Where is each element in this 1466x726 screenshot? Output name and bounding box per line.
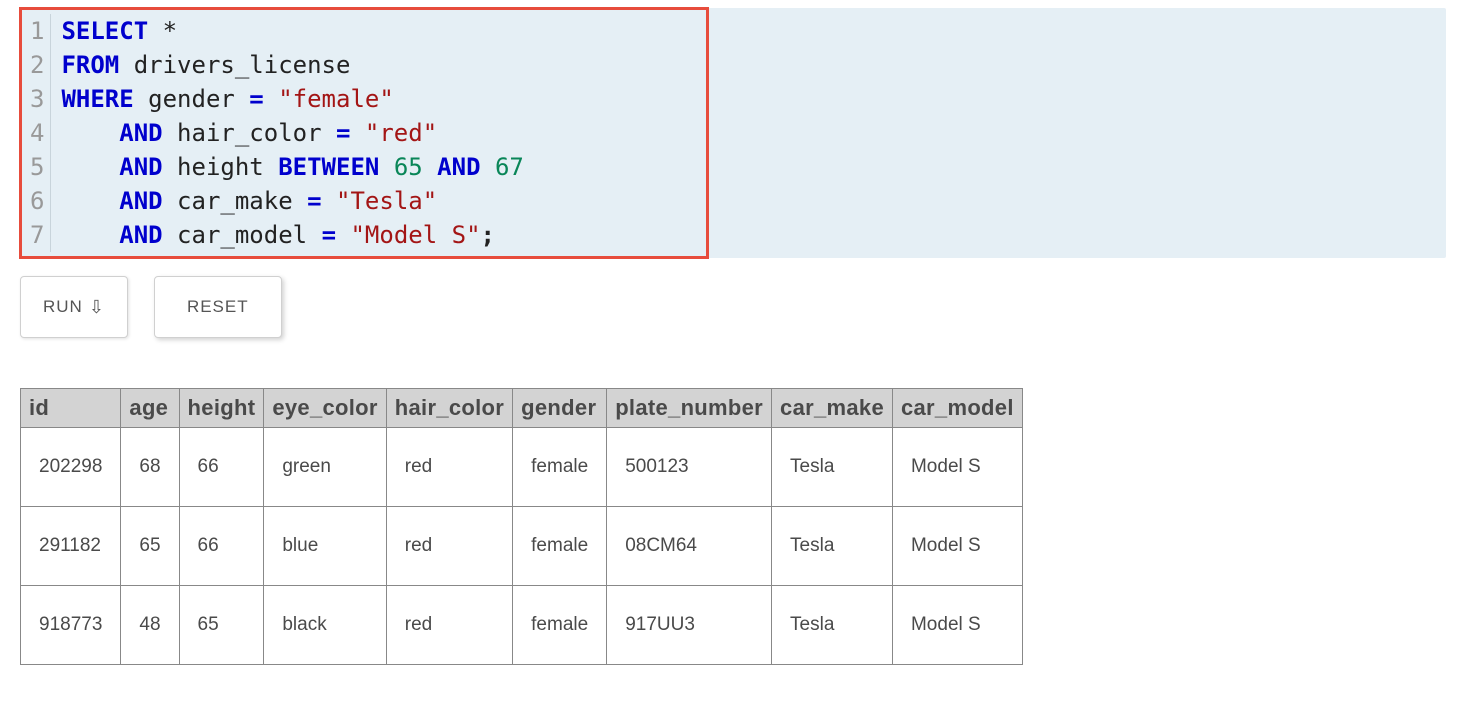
table-cell: Model S	[892, 428, 1022, 507]
table-cell: 68	[121, 428, 179, 507]
code-line: SELECT *	[61, 14, 1436, 48]
gutter-line-number: 7	[30, 218, 44, 252]
gutter-line-number: 4	[30, 116, 44, 150]
code-line: FROM drivers_license	[61, 48, 1436, 82]
table-cell: 202298	[21, 428, 121, 507]
table-cell: 66	[179, 507, 264, 586]
table-cell: female	[513, 586, 607, 665]
table-cell: Tesla	[772, 586, 893, 665]
results-table-head: idageheighteye_colorhair_colorgenderplat…	[21, 389, 1023, 428]
table-cell: 66	[179, 428, 264, 507]
table-cell: 65	[121, 507, 179, 586]
run-button-label: RUN	[43, 297, 83, 317]
gutter-line-number: 1	[30, 14, 44, 48]
column-header: plate_number	[607, 389, 772, 428]
table-cell: blue	[264, 507, 386, 586]
code-line: WHERE gender = "female"	[61, 82, 1436, 116]
gutter-line-number: 3	[30, 82, 44, 116]
table-cell: 500123	[607, 428, 772, 507]
table-cell: green	[264, 428, 386, 507]
gutter-line-number: 5	[30, 150, 44, 184]
results-table: idageheighteye_colorhair_colorgenderplat…	[20, 388, 1023, 665]
gutter-line-number: 6	[30, 184, 44, 218]
column-header: height	[179, 389, 264, 428]
results-table-body: 2022986866greenredfemale500123TeslaModel…	[21, 428, 1023, 665]
table-cell: Tesla	[772, 507, 893, 586]
down-arrow-icon: ⇩	[89, 297, 105, 318]
table-cell: female	[513, 507, 607, 586]
reset-button[interactable]: RESET	[154, 276, 282, 338]
table-cell: Model S	[892, 586, 1022, 665]
code-line: AND hair_color = "red"	[61, 116, 1436, 150]
editor-gutter: 1234567	[20, 14, 51, 252]
column-header: gender	[513, 389, 607, 428]
table-row: 2911826566blueredfemale08CM64TeslaModel …	[21, 507, 1023, 586]
column-header: car_make	[772, 389, 893, 428]
table-row: 9187734865blackredfemale917UU3TeslaModel…	[21, 586, 1023, 665]
run-button[interactable]: RUN ⇩	[20, 276, 128, 338]
table-cell: 08CM64	[607, 507, 772, 586]
column-header: eye_color	[264, 389, 386, 428]
code-line: AND car_model = "Model S";	[61, 218, 1436, 252]
results-header-row: idageheighteye_colorhair_colorgenderplat…	[21, 389, 1023, 428]
table-cell: Tesla	[772, 428, 893, 507]
column-header: age	[121, 389, 179, 428]
table-cell: 918773	[21, 586, 121, 665]
column-header: id	[21, 389, 121, 428]
table-cell: Model S	[892, 507, 1022, 586]
table-cell: 65	[179, 586, 264, 665]
table-cell: red	[386, 507, 512, 586]
table-cell: female	[513, 428, 607, 507]
table-row: 2022986866greenredfemale500123TeslaModel…	[21, 428, 1023, 507]
gutter-line-number: 2	[30, 48, 44, 82]
editor-code-content[interactable]: SELECT *FROM drivers_licenseWHERE gender…	[51, 14, 1446, 252]
button-row: RUN ⇩ RESET	[20, 276, 1446, 338]
reset-button-label: RESET	[187, 297, 249, 317]
sql-editor-container: 1234567 SELECT *FROM drivers_licenseWHER…	[20, 8, 1446, 258]
column-header: hair_color	[386, 389, 512, 428]
code-line: AND height BETWEEN 65 AND 67	[61, 150, 1436, 184]
table-cell: red	[386, 428, 512, 507]
code-line: AND car_make = "Tesla"	[61, 184, 1436, 218]
table-cell: red	[386, 586, 512, 665]
column-header: car_model	[892, 389, 1022, 428]
table-cell: 917UU3	[607, 586, 772, 665]
table-cell: 48	[121, 586, 179, 665]
sql-editor[interactable]: 1234567 SELECT *FROM drivers_licenseWHER…	[20, 8, 1446, 258]
table-cell: 291182	[21, 507, 121, 586]
table-cell: black	[264, 586, 386, 665]
